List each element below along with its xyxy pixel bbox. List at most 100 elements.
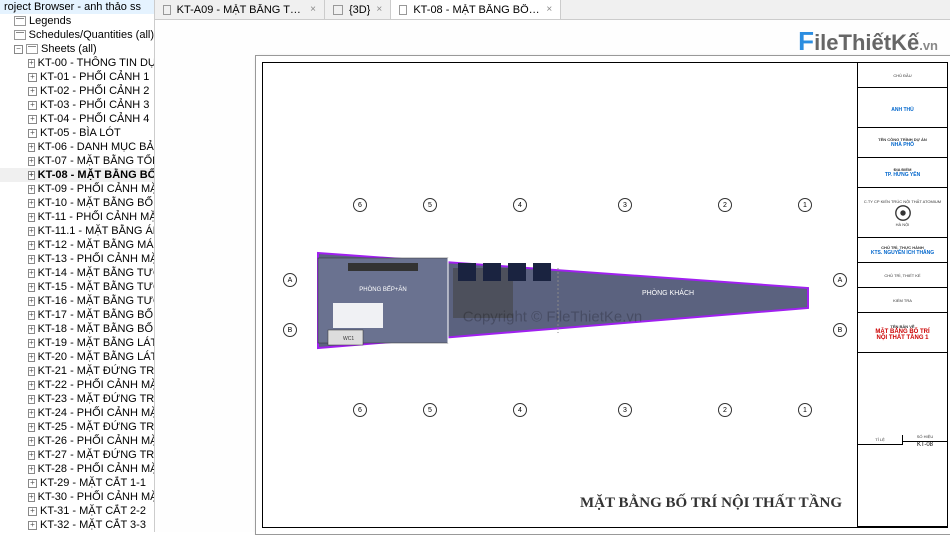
sheet-item[interactable]: +KT-03 - PHỐI CẢNH 3 (0, 98, 154, 112)
tree-schedules[interactable]: Schedules/Quantities (all) (0, 28, 154, 42)
sheet-item[interactable]: +KT-10 - MẶT BẰNG BỐ TRÍ NỘI THA (0, 196, 154, 210)
expand-icon[interactable]: + (28, 395, 35, 404)
sheet-item[interactable]: +KT-09 - PHỐI CẢNH MẶT BẰNG BỐ (0, 182, 154, 196)
expand-icon[interactable]: + (28, 199, 35, 208)
sheet-item[interactable]: +KT-01 - PHỐI CẢNH 1 (0, 70, 154, 84)
expand-icon[interactable]: + (28, 423, 35, 432)
sheet-item[interactable]: +KT-08 - MẶT BẰNG BỐ TRÍ NỘI T (0, 168, 154, 182)
expand-icon[interactable]: + (28, 283, 35, 292)
sheet-item[interactable]: +KT-19 - MẶT BẰNG LÁT SÀN TẦNG (0, 336, 154, 350)
view-tab[interactable]: KT-08 - MẶT BẰNG BỐ TRÍ NỘI...× (391, 0, 561, 19)
expand-icon[interactable]: + (28, 409, 35, 418)
drawing-title: MẶT BẰNG BỐ TRÍ NỘI THẤT TẦNG (580, 495, 842, 512)
grid-bubble: B (283, 323, 297, 337)
expand-icon[interactable]: + (28, 521, 37, 530)
close-icon[interactable]: × (546, 4, 552, 15)
expand-icon[interactable]: + (28, 507, 37, 516)
sheet-item[interactable]: +KT-14 - MẶT BẰNG TƯỜNG XÂY TẦ (0, 266, 154, 280)
expand-icon[interactable]: + (28, 115, 37, 124)
expand-icon[interactable]: + (28, 171, 35, 180)
sheet-item[interactable]: +KT-02 - PHỐI CẢNH 2 (0, 84, 154, 98)
room-kitchen: PHÒNG BẾP+ĂN (359, 286, 407, 293)
expand-icon[interactable]: + (28, 255, 35, 264)
title-block: CHỦ ĐẦU ANH THỦ TÊN CÔNG TRÌNH DỰ ÁNNHÀ … (857, 63, 947, 527)
tree-sheets[interactable]: − Sheets (all) (0, 42, 154, 56)
sheet-item[interactable]: +KT-20 - MẶT BẰNG LÁT SÀN TẦNG (0, 350, 154, 364)
view-tab[interactable]: {3D}× (325, 0, 391, 19)
grid-bubble: B (833, 323, 847, 337)
sheet-item[interactable]: +KT-16 - MẶT BẰNG TƯỜNG XÂY M (0, 294, 154, 308)
expand-icon[interactable]: + (28, 101, 37, 110)
expand-icon[interactable]: + (28, 325, 35, 334)
tab-icon (399, 5, 407, 15)
expand-icon[interactable]: + (28, 353, 35, 362)
expand-icon[interactable]: + (28, 451, 35, 460)
expand-icon[interactable]: + (28, 297, 35, 306)
sheet-item[interactable]: +KT-15 - MẶT BẰNG TƯỜNG XÂY TẦ (0, 280, 154, 294)
expand-icon[interactable]: + (28, 339, 35, 348)
expand-icon[interactable]: + (28, 241, 35, 250)
sheet-item[interactable]: +KT-31 - MẶT CẮT 2-2 (0, 504, 154, 518)
expand-icon[interactable]: + (28, 493, 35, 502)
schedules-icon (14, 30, 26, 40)
floor-plan-svg: WC1 PHÒNG BẾP+ĂN PHÒNG KHÁCH (298, 233, 828, 363)
grid-bubble: 5 (423, 403, 437, 417)
drawing-canvas[interactable]: FileThiếtKế.vn WC1 (155, 20, 950, 532)
expand-icon[interactable]: + (28, 367, 35, 376)
expand-icon[interactable]: + (28, 59, 35, 68)
sheet-item[interactable]: +KT-17 - MẶT BẰNG BỐ TRÍ CỬA ĐI (0, 308, 154, 322)
sheet-item[interactable]: +KT-11 - PHỐI CẢNH MẶT BẰNG BỐ (0, 210, 154, 224)
view-tab[interactable]: KT-A09 - MẶT BẰNG TƯỜNG XÂY...× (155, 0, 325, 19)
sheet-item[interactable]: +KT-27 - MẶT ĐỨNG TRỤC 6-1 (0, 448, 154, 462)
sheet-item[interactable]: +KT-30 - PHỐI CẢNH MẶT CẮT 1-1 (0, 490, 154, 504)
sheet-item[interactable]: +KT-25 - MẶT ĐỨNG TRỤC 1-6 (0, 420, 154, 434)
grid-bubble: 2 (718, 403, 732, 417)
sheet-item[interactable]: +KT-26 - PHỐI CẢNH MẶT ĐỨNG TR (0, 434, 154, 448)
sheet-item[interactable]: +KT-23 - MẶT ĐỨNG TRỤC B-A (0, 392, 154, 406)
collapse-icon[interactable]: − (14, 45, 23, 54)
tree-root: roject Browser - anh thảo ss (0, 0, 154, 14)
sheet-item[interactable]: +KT-06 - DANH MỤC BẢN VẼ (0, 140, 154, 154)
sheet: WC1 PHÒNG BẾP+ĂN PHÒNG KHÁCH (255, 55, 950, 535)
expand-icon[interactable]: + (28, 479, 37, 488)
tree-legends[interactable]: Legends (0, 14, 154, 28)
expand-icon[interactable]: + (28, 213, 35, 222)
expand-icon[interactable]: + (28, 437, 35, 446)
sheet-item[interactable]: +KT-32 - MẶT CẮT 3-3 (0, 518, 154, 532)
grid-bubble: A (283, 273, 297, 287)
expand-icon[interactable]: + (28, 87, 37, 96)
sheet-item[interactable]: +KT-04 - PHỐI CẢNH 4 (0, 112, 154, 126)
tab-icon (163, 5, 171, 15)
sheet-item[interactable]: +KT-29 - MẶT CẮT 1-1 (0, 476, 154, 490)
sheet-item[interactable]: +KT-05 - BÌA LÓT (0, 126, 154, 140)
tab-icon (333, 5, 343, 15)
project-browser[interactable]: roject Browser - anh thảo ss Legends Sch… (0, 0, 155, 532)
grid-bubble: 2 (718, 198, 732, 212)
grid-bubble: 1 (798, 403, 812, 417)
expand-icon[interactable]: + (28, 157, 35, 166)
expand-icon[interactable]: + (28, 73, 37, 82)
expand-icon[interactable]: + (28, 185, 35, 194)
sheet-item[interactable]: +KT-21 - MẶT ĐỨNG TRỤC A-B (0, 364, 154, 378)
sheet-item[interactable]: +KT-00 - THÔNG TIN DỰ ÁN (0, 56, 154, 70)
close-icon[interactable]: × (376, 4, 382, 15)
expand-icon[interactable]: + (28, 143, 35, 152)
sheet-item[interactable]: +KT-12 - MẶT BẰNG MÁI (0, 238, 154, 252)
expand-icon[interactable]: + (28, 269, 35, 278)
expand-icon[interactable]: + (28, 381, 35, 390)
sheet-item[interactable]: +KT-18 - MẶT BẰNG BỐ TRÍ CỬA ĐI (0, 322, 154, 336)
sheet-item[interactable]: +KT-13 - PHỐI CẢNH MẶT BẰNG M (0, 252, 154, 266)
sheet-item[interactable]: +KT-24 - PHỐI CẢNH MẶT ĐỨNG TR (0, 406, 154, 420)
sheet-item[interactable]: +KT-22 - PHỐI CẢNH MẶT ĐỨNG TR (0, 378, 154, 392)
drawing-area: WC1 PHÒNG BẾP+ĂN PHÒNG KHÁCH (263, 63, 857, 527)
sheet-item[interactable]: +KT-07 - MẶT BẰNG TỔNG THỂ (0, 154, 154, 168)
grid-bubble: 1 (798, 198, 812, 212)
sheet-item[interactable]: +KT-28 - PHỐI CẢNH MẶT ĐỨNG TR (0, 462, 154, 476)
expand-icon[interactable]: + (28, 465, 35, 474)
close-icon[interactable]: × (310, 4, 316, 15)
expand-icon[interactable]: + (28, 129, 37, 138)
sheet-item[interactable]: +KT-11.1 - MẶT BẰNG ÁP MÁI (0, 224, 154, 238)
sheets-icon (26, 44, 38, 54)
expand-icon[interactable]: + (28, 311, 35, 320)
expand-icon[interactable]: + (28, 227, 35, 236)
